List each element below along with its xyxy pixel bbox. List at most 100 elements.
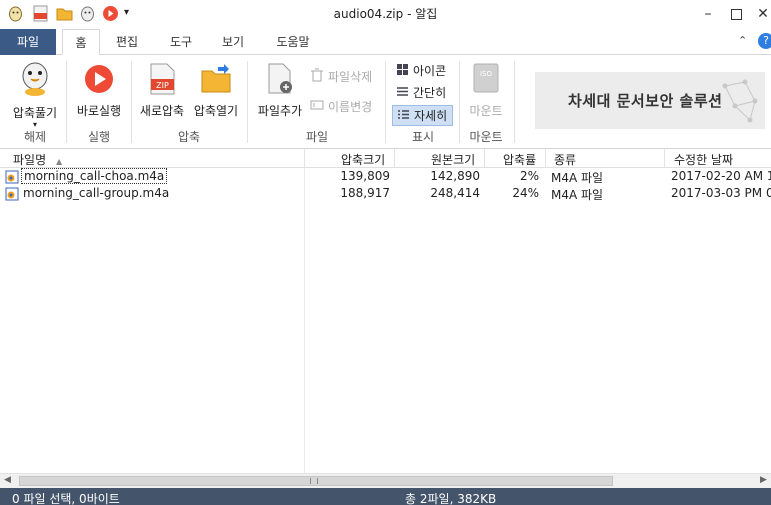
m4a-file-icon (5, 187, 19, 204)
tab-view[interactable]: 보기 (214, 29, 252, 55)
compression-ratio: 2% (519, 169, 539, 183)
detail-view-button[interactable]: 자세히 (392, 105, 453, 126)
table-row[interactable]: morning_call-group.m4a 188,917 248,414 2… (0, 185, 771, 202)
file-name: morning_call-group.m4a (23, 186, 170, 200)
ad-banner[interactable]: 차세대 문서보안 솔루션 (535, 72, 765, 129)
column-original-size[interactable]: 원본크기 (431, 151, 475, 168)
play-icon (72, 63, 126, 98)
column-name[interactable]: 파일명 ▲ (13, 151, 62, 168)
original-size: 142,890 (430, 169, 480, 183)
column-divider[interactable] (664, 149, 665, 167)
selection-status: 0 파일 선택, 0바이트 (12, 492, 120, 505)
ad-text: 차세대 문서보안 솔루션 (568, 92, 723, 110)
svg-text:ISO: ISO (480, 70, 493, 78)
open-zip-button[interactable]: 압축열기 (190, 63, 242, 119)
delete-file-label: 파일삭제 (328, 70, 373, 84)
file-name: morning_call-choa.m4a (21, 168, 168, 184)
column-divider[interactable] (304, 149, 305, 167)
scroll-left-icon[interactable]: ◀ (4, 475, 11, 485)
window-title: audio04.zip - 알집 (333, 7, 438, 21)
add-file-label: 파일추가 (257, 104, 303, 118)
file-type: M4A 파일 (551, 188, 604, 202)
modified-date: 2017-02-20 AM 11 (671, 169, 771, 183)
run-button[interactable]: 바로실행 (72, 63, 126, 119)
simple-view-button[interactable]: 간단히 (396, 84, 446, 101)
tab-file[interactable]: 파일 (0, 29, 56, 55)
compression-ratio: 24% (512, 186, 539, 200)
group-run-label: 실행 (87, 130, 111, 144)
help-icon[interactable]: ? (758, 33, 771, 49)
mount-button[interactable]: ISO 마운트 (463, 63, 509, 119)
iso-disk-icon: ISO (463, 63, 509, 98)
tab-home[interactable]: 홈 (62, 29, 100, 56)
minimize-icon[interactable]: – (694, 2, 722, 26)
simple-view-label: 간단히 (413, 86, 447, 100)
icon-view-label: 아이콘 (413, 64, 447, 78)
total-status: 총 2파일, 382KB (405, 492, 497, 505)
extract-button[interactable]: 압축풀기 ▾ (8, 61, 62, 129)
group-file-label: 파일 (305, 130, 329, 144)
horizontal-scrollbar[interactable]: ◀ ▶ (0, 473, 771, 488)
separator (247, 61, 248, 143)
grid-icon (396, 63, 409, 79)
open-zip-folder-icon (190, 63, 242, 98)
column-type[interactable]: 종류 (554, 151, 576, 168)
column-divider[interactable] (394, 149, 395, 167)
new-zip-label: 새로압축 (139, 104, 185, 118)
run-label: 바로실행 (76, 104, 122, 118)
separator (66, 61, 67, 143)
group-extract-label: 해제 (23, 130, 47, 144)
icon-view-button[interactable]: 아이콘 (396, 62, 446, 79)
new-zip-button[interactable]: ZIP 새로압축 (136, 63, 188, 119)
separator (514, 61, 515, 143)
column-ratio[interactable]: 압축률 (503, 151, 536, 168)
collapse-ribbon-icon[interactable]: ⌃ (738, 34, 747, 47)
file-type: M4A 파일 (551, 171, 604, 185)
rename-button[interactable]: 이름변경 (310, 98, 372, 115)
network-graphic-icon (722, 79, 758, 123)
list-icon (396, 85, 409, 101)
table-row[interactable]: morning_call-choa.m4a 139,809 142,890 2%… (0, 168, 771, 185)
column-modified[interactable]: 수정한 날짜 (674, 151, 733, 168)
rename-label: 이름변경 (328, 100, 373, 114)
maximize-icon[interactable] (722, 2, 750, 26)
trash-icon (310, 68, 324, 85)
rename-icon (310, 98, 324, 115)
ribbon-home: 압축풀기 ▾ 해제 바로실행 실행 ZIP 새로압축 압축열기 압축 파일추가 … (0, 55, 771, 149)
group-zip-label: 압축 (177, 130, 201, 144)
mascot-extract-icon (8, 61, 62, 100)
file-list-header: 파일명 ▲ 압축크기 원본크기 압축률 종류 수정한 날짜 (0, 149, 771, 168)
separator (385, 61, 386, 143)
tab-edit[interactable]: 편집 (108, 29, 146, 55)
detail-view-label: 자세히 (414, 109, 448, 123)
group-mount-label: 마운트 (469, 130, 503, 144)
new-zip-icon: ZIP (136, 63, 188, 98)
sort-ascending-icon: ▲ (55, 157, 63, 166)
tab-help[interactable]: 도움말 (270, 29, 316, 55)
add-file-button[interactable]: 파일추가 (254, 63, 306, 119)
scroll-right-icon[interactable]: ▶ (760, 475, 767, 485)
file-list-details-area (304, 168, 771, 473)
status-bar: 0 파일 선택, 0바이트 총 2파일, 382KB (0, 488, 771, 505)
packed-size: 188,917 (340, 186, 390, 200)
column-divider[interactable] (545, 149, 546, 167)
column-packed-size[interactable]: 압축크기 (341, 151, 385, 168)
scrollbar-thumb[interactable] (19, 476, 613, 486)
delete-file-button[interactable]: 파일삭제 (310, 68, 372, 85)
tab-tools[interactable]: 도구 (162, 29, 200, 55)
title-bar: ▾ audio04.zip - 알집 – ✕ (0, 0, 771, 29)
close-icon[interactable]: ✕ (749, 2, 771, 26)
extract-label: 압축풀기 (12, 106, 58, 120)
group-view-label: 표시 (411, 130, 435, 144)
file-list-body[interactable] (0, 168, 304, 473)
original-size: 248,414 (430, 186, 480, 200)
detail-list-icon (397, 108, 410, 124)
column-divider[interactable] (484, 149, 485, 167)
separator (131, 61, 132, 143)
ribbon-tabs: 파일 홈 편집 도구 보기 도움말 ⌃ ? (0, 29, 771, 56)
modified-date: 2017-03-03 PM 05 (671, 186, 771, 200)
separator (459, 61, 460, 143)
svg-text:ZIP: ZIP (156, 81, 169, 90)
add-file-icon (254, 63, 306, 98)
packed-size: 139,809 (340, 169, 390, 183)
